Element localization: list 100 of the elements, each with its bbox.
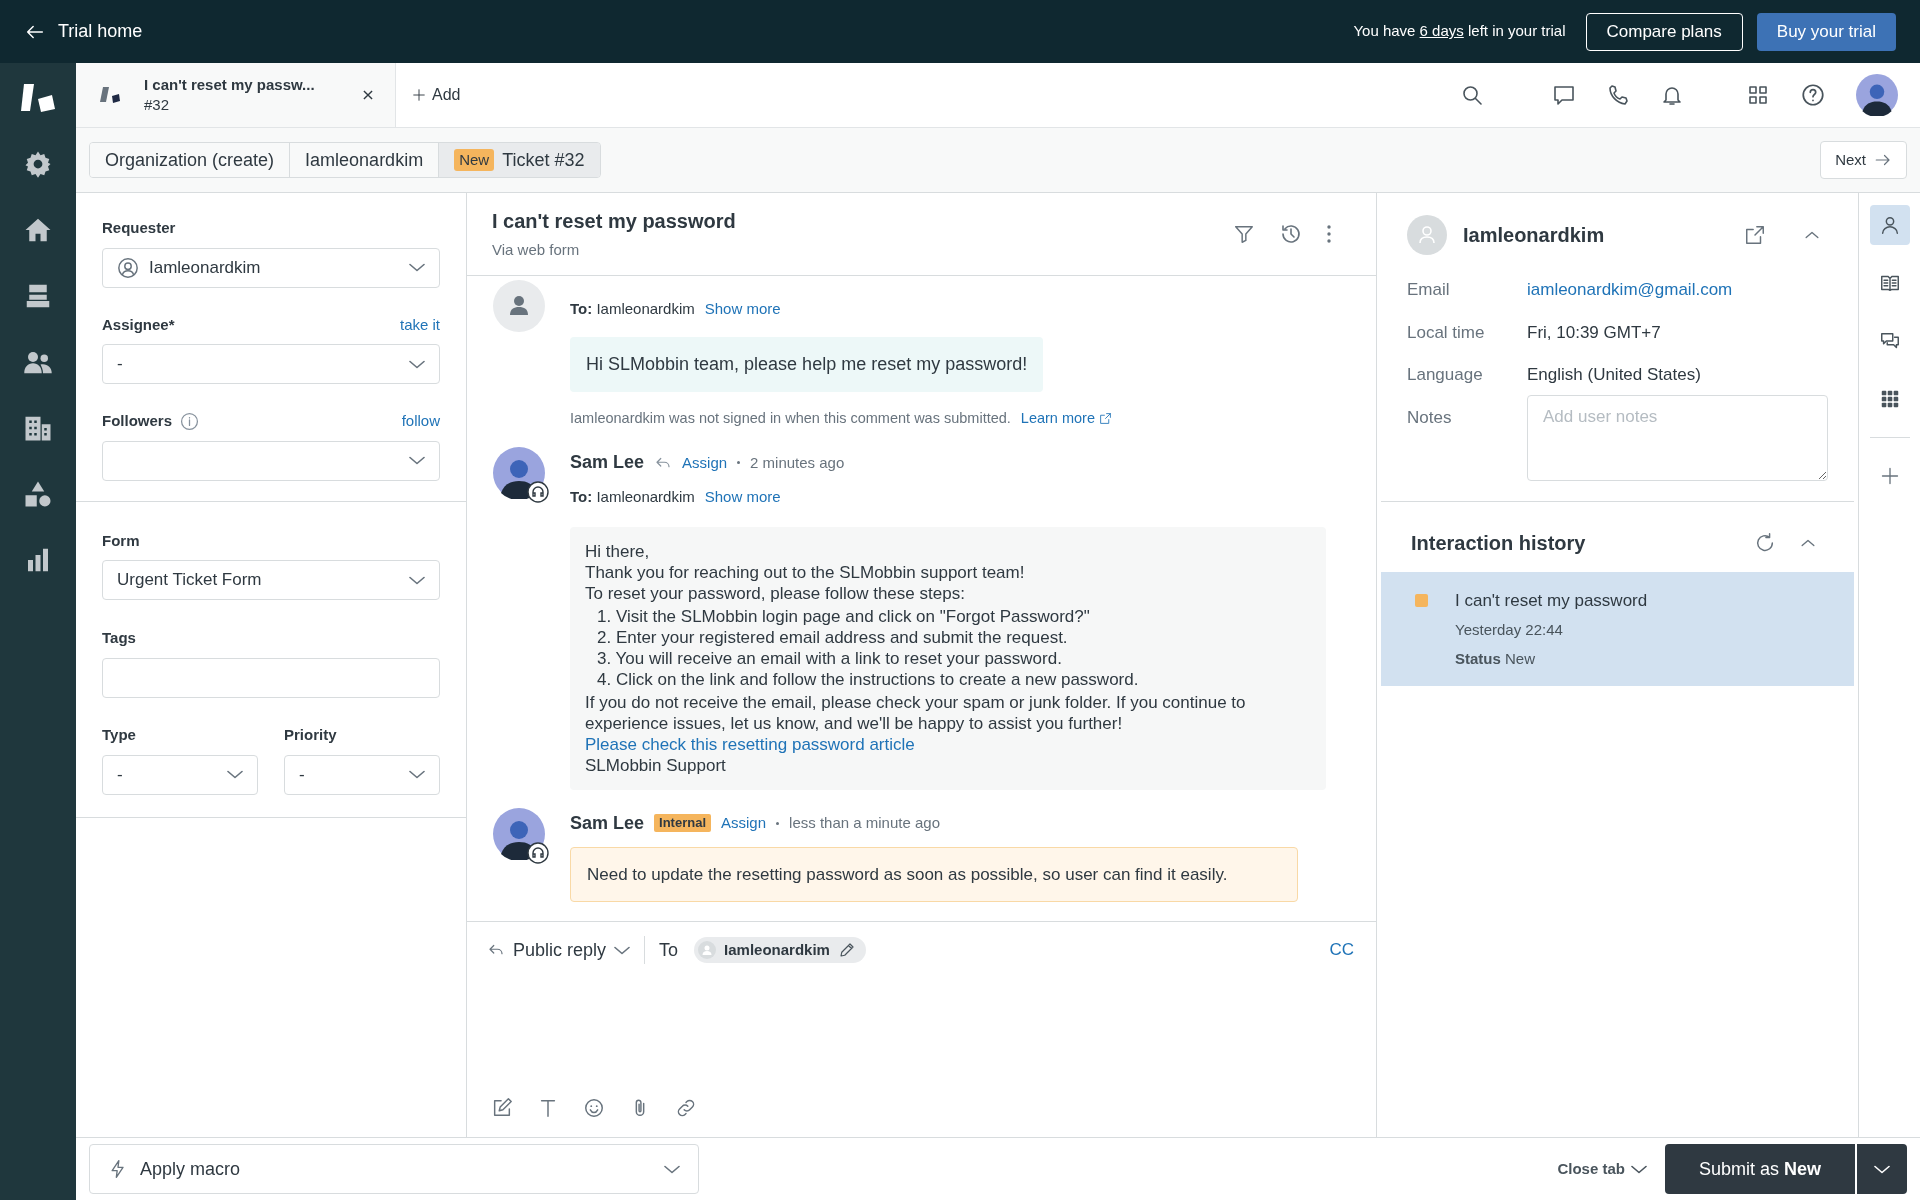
ticket-tab[interactable]: I can't reset my passw... #32 <box>76 63 396 127</box>
tab-number: #32 <box>144 95 171 115</box>
field-label: Type <box>102 725 137 745</box>
recipient-line: To: Iamleonardkim <box>570 299 695 319</box>
breadcrumb-label: Ticket #32 <box>502 148 585 172</box>
refresh-icon <box>1754 531 1776 554</box>
author-name: Sam Lee <box>570 451 645 475</box>
show-more-link[interactable]: Show more <box>704 486 781 509</box>
add-tab-button[interactable]: Add <box>396 63 477 127</box>
close-icon <box>361 88 375 102</box>
reply-mode-button[interactable]: Public reply <box>487 936 631 964</box>
chevron-down-icon <box>614 945 631 955</box>
message-text: Hi there, <box>585 540 651 562</box>
search-icon <box>1460 83 1484 107</box>
history-title: I can't reset my password <box>1455 589 1648 612</box>
field-label: Priority <box>284 725 338 745</box>
tags-field[interactable] <box>102 658 440 698</box>
more-icon <box>1327 224 1331 244</box>
compare-plans-button[interactable]: Compare plans <box>1585 12 1743 51</box>
field-label: Form <box>102 530 141 551</box>
headset-icon <box>527 841 549 864</box>
external-link-icon <box>1099 411 1112 425</box>
section-title: Interaction history <box>1411 530 1587 556</box>
chevron-down-icon <box>1874 1164 1890 1174</box>
email-link[interactable]: iamleonardkim@gmail.com <box>1527 277 1828 303</box>
agent-avatar <box>493 447 545 500</box>
agent-avatar <box>1856 74 1898 116</box>
user-circle-icon <box>117 256 139 279</box>
ticket-channel: Via web form <box>492 240 581 261</box>
submit-button[interactable]: Submit as New <box>1664 1144 1855 1194</box>
next-button[interactable]: Next <box>1820 141 1907 179</box>
history-status: Status New <box>1455 648 1537 669</box>
learn-more-link[interactable]: Learn more <box>1020 407 1112 430</box>
tab-title: I can't reset my passw... <box>144 75 316 95</box>
ticket-title: I can't reset my password <box>492 209 737 235</box>
buy-trial-button[interactable]: Buy your trial <box>1756 12 1896 51</box>
priority-select[interactable]: - <box>284 754 440 795</box>
phone-icon <box>1606 83 1630 107</box>
step-item: 3. You will receive an email with a link to reset your password. <box>597 647 1063 669</box>
agent-avatar <box>493 807 545 860</box>
chevron-down-icon <box>409 575 425 585</box>
field-label: Email <box>1407 279 1451 301</box>
assign-link[interactable]: Assign <box>682 451 728 474</box>
help-icon <box>1800 82 1826 108</box>
message-text: Thank you for reaching out to the SLMobbin support team! <box>585 561 1026 583</box>
ticket-brand-icon <box>100 86 122 104</box>
history-item[interactable]: I can't reset my password Yesterday 22:44 Status New <box>1381 571 1854 686</box>
compose-icon <box>491 1097 513 1119</box>
notes-field[interactable]: Add user notes <box>1527 394 1828 481</box>
panel-toggle[interactable] <box>1869 205 1910 245</box>
breadcrumb-tab[interactable]: New Ticket #32 <box>438 143 600 177</box>
grid-icon <box>1746 83 1770 107</box>
recipient-line: To: Iamleonardkim <box>570 487 695 508</box>
field-label: Language <box>1407 364 1484 386</box>
take-it-link[interactable]: take it <box>399 313 440 336</box>
follow-link[interactable]: follow <box>401 410 440 433</box>
field-value: English (United States) <box>1527 364 1702 386</box>
article-link[interactable]: Please check this resetting password article <box>585 733 1311 755</box>
field-label: Local time <box>1407 321 1486 344</box>
user-avatar <box>698 941 717 959</box>
requester-select[interactable]: Iamleonardkim <box>102 247 440 288</box>
back-link[interactable]: Trial home <box>24 18 143 45</box>
close-tab-button[interactable]: Close tab <box>1557 1157 1647 1181</box>
shapes-icon[interactable] <box>23 479 53 509</box>
type-select[interactable]: - <box>102 754 258 795</box>
breadcrumb-label: Iamleonardkim <box>305 148 424 172</box>
field-label: Tags <box>102 629 136 646</box>
plus-icon <box>1879 466 1900 486</box>
history-time: Yesterday 22:44 <box>1455 620 1564 640</box>
field-label: Requester <box>102 218 177 238</box>
step-item: 1. Visit the SLMobbin login page and click on "Forgot Password?" <box>597 605 1091 627</box>
form-select[interactable]: Urgent Ticket Form <box>102 560 440 600</box>
message-text: Hi SLMobbin team, please help me reset my password! <box>586 352 1028 376</box>
assignee-select[interactable]: - <box>102 344 440 384</box>
headset-icon <box>527 481 549 504</box>
user-name: Iamleonardkim <box>1463 223 1606 248</box>
message-time: less than a minute ago <box>789 813 940 833</box>
settings-icon[interactable] <box>23 149 53 179</box>
assign-link[interactable]: Assign <box>721 812 767 835</box>
apply-macro-select[interactable]: Apply macro <box>89 1144 699 1194</box>
history-icon <box>1279 222 1303 246</box>
breadcrumb-label: Organization (create) <box>105 148 275 172</box>
recipient-chip[interactable]: Iamleonardkim <box>694 937 866 963</box>
show-more-link[interactable]: Show more <box>704 298 781 321</box>
cc-link[interactable]: CC <box>1329 937 1354 963</box>
pencil-icon <box>837 941 856 959</box>
user-avatar <box>493 280 545 332</box>
chat-icon <box>1552 83 1576 107</box>
message-text: SLMobbin Support <box>585 754 727 776</box>
to-label: To <box>659 938 679 962</box>
open-external-icon <box>1744 224 1766 246</box>
message-time: 2 minutes ago <box>750 452 845 473</box>
field-value: Fri, 10:39 GMT+7 <box>1527 321 1662 344</box>
chevron-down-icon <box>409 770 425 779</box>
user-avatar <box>1407 215 1447 255</box>
chevron-down-icon <box>409 263 425 272</box>
logo-icon[interactable] <box>21 83 55 113</box>
message-text: If you do not receive the email, please check your spam or junk folder. If you continue to experience issues, let us know, and we'll be happy to assist you further! <box>585 691 1247 734</box>
field-label: Notes <box>1407 406 1453 429</box>
trial-notice: You have 6 days left in your trial <box>1353 21 1566 42</box>
